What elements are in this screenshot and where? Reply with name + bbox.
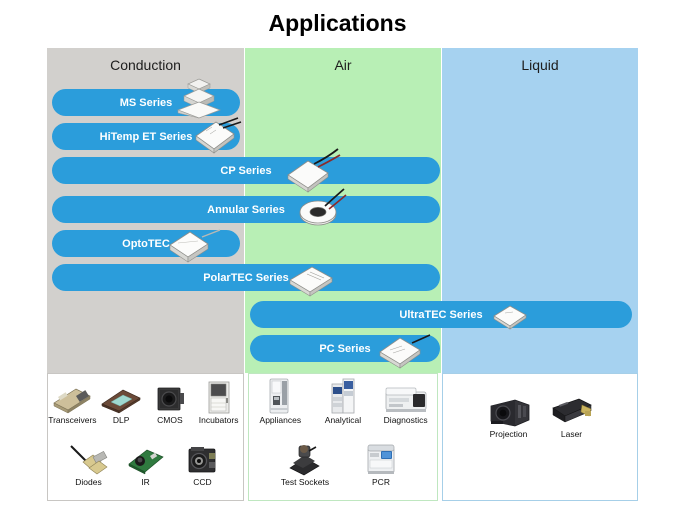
dlp-chip-icon xyxy=(99,376,143,414)
laser-diode-icon xyxy=(65,438,113,476)
application-item[interactable]: Projection xyxy=(485,390,533,439)
column-header-conduction: Conduction xyxy=(110,56,181,73)
product-pill-label: PC Series xyxy=(319,342,371,355)
application-item[interactable]: PCR xyxy=(357,438,405,487)
application-item[interactable]: IR xyxy=(122,438,170,487)
application-item[interactable]: DLP xyxy=(97,376,145,425)
application-label: IR xyxy=(141,477,150,487)
product-pill-label: MS Series xyxy=(119,96,173,109)
application-label: CMOS xyxy=(157,415,183,425)
analytical-instrument-icon xyxy=(328,376,358,414)
application-label: Test Sockets xyxy=(280,477,330,487)
application-label: Analytical xyxy=(324,415,362,425)
incubator-cabinet-icon xyxy=(202,376,236,414)
application-label: Appliances xyxy=(259,415,302,425)
diagnostics-analyzer-icon xyxy=(383,376,429,414)
product-pill-pc-series[interactable]: PC Series xyxy=(250,334,440,369)
application-label: Laser xyxy=(560,429,583,439)
projector-icon xyxy=(485,390,533,428)
product-pill-label: Annular Series xyxy=(207,203,285,216)
application-label: Diagnostics xyxy=(383,415,428,425)
ir-sensor-board-icon xyxy=(125,438,167,476)
product-pill-ms-series[interactable]: MS Series xyxy=(52,78,240,119)
applications-panel-conduction: Transceivers DLP CMOS Incubators Diodes … xyxy=(47,373,244,501)
product-pill-optotec[interactable]: OptoTEC xyxy=(52,229,240,263)
application-label: Incubators xyxy=(198,415,239,425)
application-label: DLP xyxy=(112,415,130,425)
pcr-thermocycler-icon xyxy=(364,438,398,476)
application-item[interactable]: Incubators xyxy=(195,376,243,425)
page-title: Applications xyxy=(268,10,407,36)
product-pill-cp-series[interactable]: CP Series xyxy=(52,148,440,193)
appliance-dispenser-icon xyxy=(265,376,295,414)
ccd-camera-icon xyxy=(183,438,223,476)
product-pill-label: CP Series xyxy=(220,164,272,177)
applications-panel-liquid: Projection Laser xyxy=(442,373,638,501)
product-pill-label: UltraTEC Series xyxy=(399,308,483,321)
application-label: Diodes xyxy=(75,477,102,487)
application-item[interactable]: Diodes xyxy=(65,438,113,487)
application-label: PCR xyxy=(372,477,390,487)
product-pill-label: PolarTEC Series xyxy=(203,271,289,284)
application-item[interactable]: Laser xyxy=(548,390,596,439)
product-pill-label: OptoTEC xyxy=(122,237,170,250)
product-pill-polartec-series[interactable]: PolarTEC Series xyxy=(52,264,440,297)
cmos-camera-icon xyxy=(150,376,190,414)
application-item[interactable]: CMOS xyxy=(146,376,194,425)
applications-panel-air: Appliances Analytical Diagnostics Test S… xyxy=(248,373,438,501)
application-label: Transceivers xyxy=(48,415,97,425)
application-item[interactable]: Transceivers xyxy=(48,376,97,425)
column-header-liquid: Liquid xyxy=(521,56,559,73)
product-pill-hitemp-et-series[interactable]: HiTemp ET Series xyxy=(52,117,242,154)
product-pill-ultratec-series[interactable]: UltraTEC Series xyxy=(250,301,632,330)
column-header-air: Air xyxy=(334,56,352,73)
application-label: CCD xyxy=(193,477,212,487)
application-item[interactable]: Diagnostics xyxy=(382,376,430,425)
application-item[interactable]: CCD xyxy=(179,438,227,487)
product-pill-annular-series[interactable]: Annular Series xyxy=(52,188,440,226)
test-socket-icon xyxy=(285,438,325,476)
product-pill-label: HiTemp ET Series xyxy=(99,130,193,143)
application-item[interactable]: Test Sockets xyxy=(281,438,329,487)
application-label: Projection xyxy=(489,429,528,439)
application-item[interactable]: Appliances xyxy=(256,376,304,425)
laser-unit-icon xyxy=(549,390,595,428)
application-item[interactable]: Analytical xyxy=(319,376,367,425)
transceiver-icon xyxy=(50,376,94,414)
